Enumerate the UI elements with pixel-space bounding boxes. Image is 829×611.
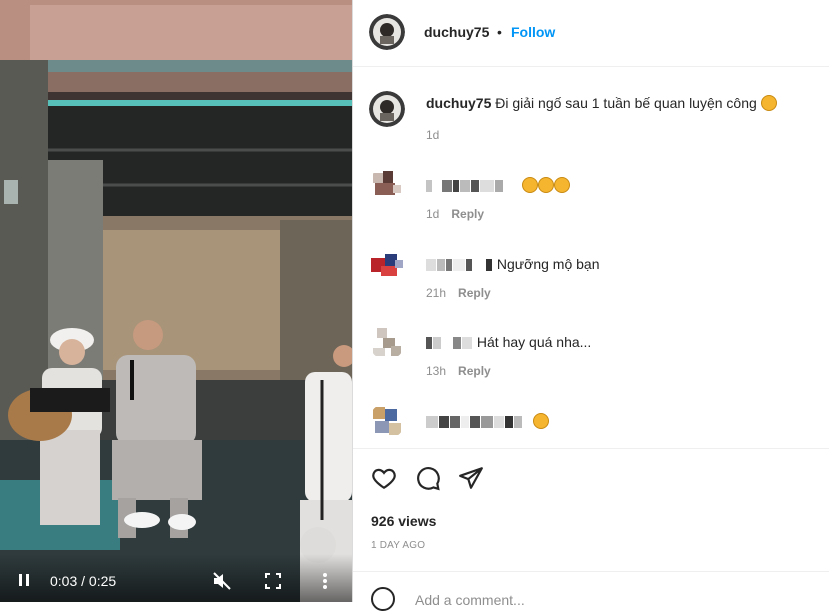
caption-age: 1d [426, 128, 440, 142]
commenter-username-redacted[interactable] [426, 256, 493, 272]
commenter-avatar[interactable] [369, 324, 405, 360]
clapping-hands-icon [532, 413, 549, 429]
comment-text: Ngưỡng mộ bạn [496, 256, 600, 272]
caption-author[interactable]: duchuy75 [426, 95, 491, 111]
post-actions: 926 views 1 DAY AGO [353, 448, 829, 572]
clapping-hands-icon [553, 177, 570, 193]
more-icon[interactable] [318, 572, 332, 590]
grinning-tongue-emoji-icon [760, 95, 777, 111]
video-time: 0:03 / 0:25 [50, 573, 117, 589]
commenter-username-redacted[interactable] [426, 334, 473, 350]
clapping-hands-icon [521, 177, 538, 193]
comment-text: Hát hay quá nha... [476, 334, 592, 350]
mute-icon[interactable] [212, 572, 232, 590]
reply-button[interactable]: Reply [458, 286, 491, 300]
heart-icon[interactable] [371, 465, 397, 491]
video-player[interactable]: 0:03 / 0:25 [0, 0, 352, 602]
fullscreen-icon[interactable] [264, 572, 282, 590]
post-header: duchuy75 • Follow [353, 0, 829, 67]
caption-author-avatar[interactable] [369, 91, 405, 127]
clapping-hands-icon [537, 177, 554, 193]
view-count[interactable]: 926 views [371, 513, 436, 529]
follow-button[interactable]: Follow [511, 24, 555, 40]
add-comment-bar [353, 571, 829, 611]
comment-input[interactable] [413, 591, 797, 609]
commenter-avatar[interactable] [369, 167, 405, 203]
commenter-avatar[interactable] [369, 403, 405, 439]
reply-button[interactable]: Reply [458, 364, 491, 378]
post-sidebar: duchuy75 • Follow duchuy75 Đi giải ngố s… [353, 0, 829, 611]
comment-age: 13h [426, 364, 447, 378]
author-avatar[interactable] [369, 14, 405, 50]
post-date: 1 DAY AGO [371, 540, 426, 551]
video-controls: 0:03 / 0:25 [0, 554, 352, 602]
pause-icon[interactable] [16, 572, 32, 588]
commenter-username-redacted[interactable] [426, 177, 504, 193]
author-username[interactable]: duchuy75 [424, 24, 489, 40]
video-frame [0, 0, 352, 602]
separator-dot: • [497, 24, 502, 40]
reply-button[interactable]: Reply [451, 207, 484, 221]
commenter-username-redacted[interactable] [426, 413, 523, 429]
comment-age: 21h [426, 286, 447, 300]
commenter-avatar[interactable] [369, 246, 405, 282]
comment-icon[interactable] [415, 465, 441, 491]
share-icon[interactable] [458, 465, 484, 491]
caption-text: Đi giải ngố sau 1 tuần bế quan luyện côn… [495, 95, 757, 111]
smiley-icon[interactable] [371, 587, 395, 611]
comments-list[interactable]: duchuy75 Đi giải ngố sau 1 tuần bế quan … [353, 67, 829, 448]
comment-age: 1d [426, 207, 440, 221]
